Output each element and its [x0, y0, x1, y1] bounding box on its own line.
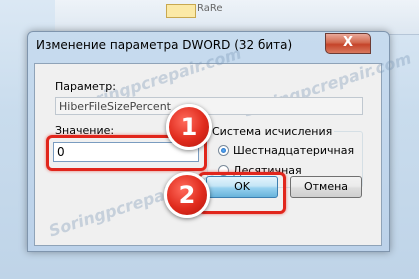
background-window: RaRe [55, 0, 419, 35]
parameter-label: Параметр: [55, 80, 116, 93]
step-2-badge: 2 [164, 172, 210, 218]
base-group-title: Система исчисления [210, 125, 335, 138]
hex-radio-label[interactable]: Шестнадцатеричная [233, 144, 354, 157]
dialog-title: Изменение параметра DWORD (32 бита) [36, 38, 293, 52]
ok-button[interactable]: OK [206, 176, 278, 198]
hex-radio[interactable] [218, 145, 229, 156]
close-button[interactable]: X [325, 33, 371, 54]
parameter-name-field: HiberFileSizePercent [55, 97, 363, 115]
cancel-button[interactable]: Отмена [290, 176, 362, 198]
background-window-text: RaRe [197, 3, 223, 14]
radio-selected-dot [221, 148, 226, 153]
step-1-badge: 1 [166, 104, 212, 150]
close-icon: X [342, 35, 354, 50]
folder-icon [166, 4, 196, 18]
